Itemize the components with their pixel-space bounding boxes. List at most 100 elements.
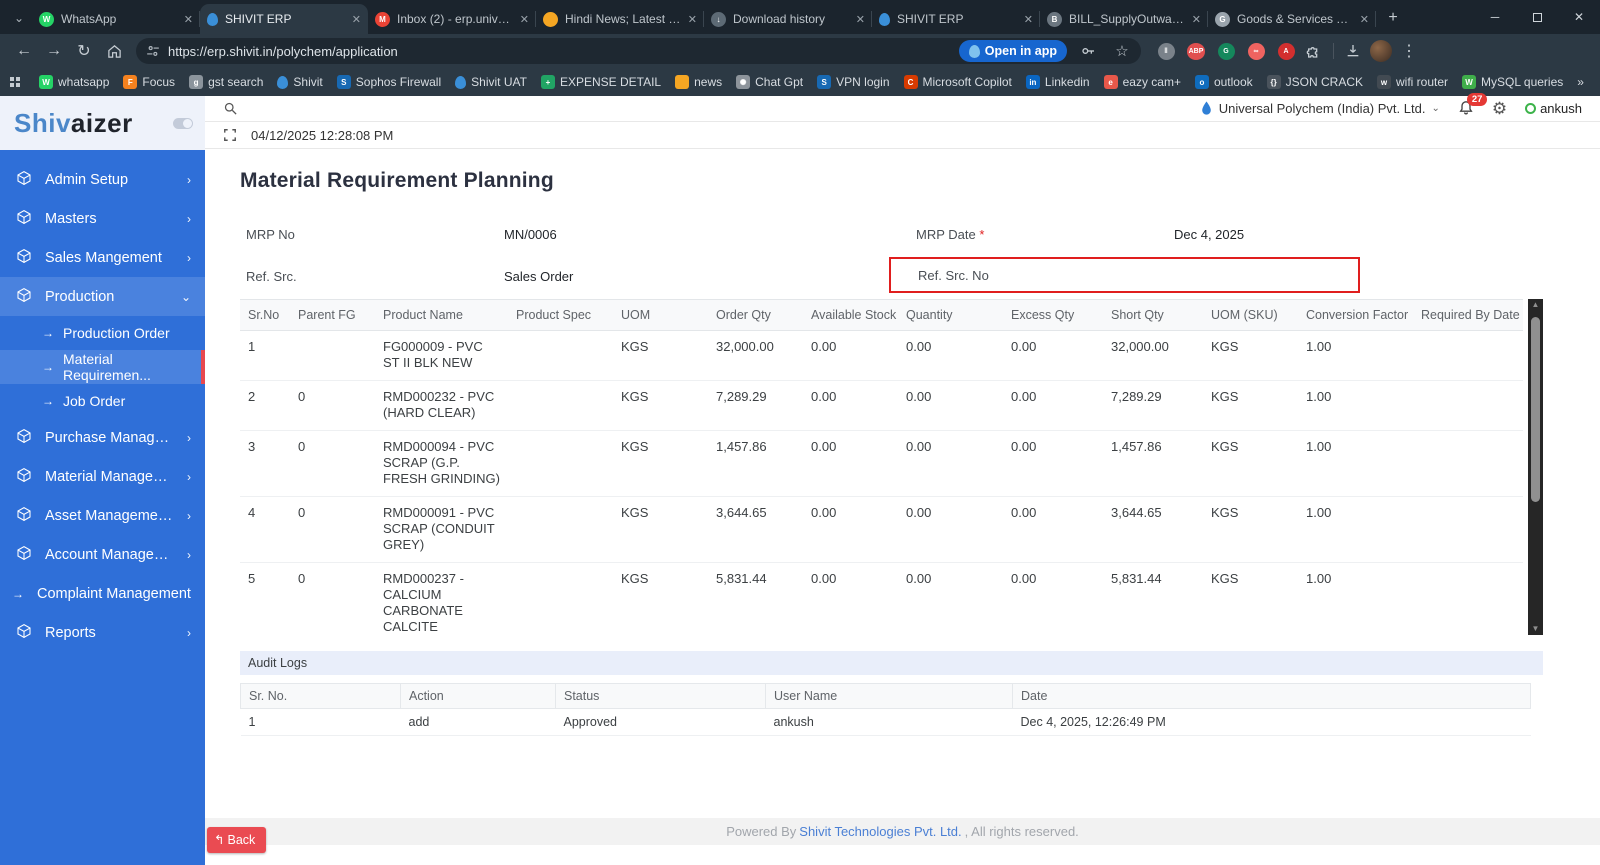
url-text[interactable]: https://erp.shivit.in/polychem/applicati… xyxy=(168,44,951,59)
sidebar-item-admin-setup[interactable]: Admin Setup › xyxy=(0,160,205,199)
notifications-button[interactable]: 27 xyxy=(1458,92,1488,120)
browser-tab[interactable]: G Goods & Services Tax (GS ✕ xyxy=(1208,4,1376,34)
sidebar-item-sales-mangement[interactable]: Sales Mangement › xyxy=(0,238,205,277)
new-tab-button[interactable]: + xyxy=(1380,5,1406,31)
profile-avatar[interactable] xyxy=(1368,38,1394,64)
bookmark-item[interactable]: C Microsoft Copilot xyxy=(897,71,1019,93)
minimize-button[interactable]: ─ xyxy=(1474,0,1516,34)
form-field-ref-src-no[interactable]: Ref. Src. No xyxy=(889,257,1360,293)
bookmark-item[interactable]: F Focus xyxy=(116,71,182,93)
tab-search-chevron-icon[interactable]: ⌄ xyxy=(6,5,32,31)
gear-icon[interactable]: ⚙ xyxy=(1492,99,1507,119)
bookmark-item[interactable]: news xyxy=(668,71,729,93)
bookmark-star-icon[interactable]: ☆ xyxy=(1109,38,1135,64)
bookmark-item[interactable]: w wifi router xyxy=(1370,71,1455,93)
cookie-extension-icon[interactable]: ∞ xyxy=(1243,38,1269,64)
audit-column-header: Action xyxy=(400,683,556,709)
user-menu[interactable]: ankush xyxy=(1525,101,1582,116)
back-button[interactable]: ↰ Back xyxy=(207,827,267,853)
home-icon[interactable] xyxy=(100,37,128,65)
password-key-icon[interactable] xyxy=(1075,38,1101,64)
tab-close-icon[interactable]: ✕ xyxy=(1360,13,1369,26)
sidebar-item-masters[interactable]: Masters › xyxy=(0,199,205,238)
bookmark-item[interactable]: S VPN login xyxy=(810,71,896,93)
sidebar: Shivaizer Admin Setup › Masters › Sales Mang… xyxy=(0,96,205,865)
bookmark-item[interactable]: e eazy cam+ xyxy=(1097,71,1188,93)
sidebar-item-reports[interactable]: Reports › xyxy=(0,613,205,652)
audit-row[interactable]: 1 add Approved ankush Dec 4, 2025, 12:26:49 … xyxy=(240,708,1531,736)
adobe-pdf-icon[interactable]: A xyxy=(1273,38,1299,64)
sidebar-item-complaint-management[interactable]: → Complaint Management xyxy=(0,574,205,613)
tab-close-icon[interactable]: ✕ xyxy=(1024,13,1033,26)
bookmark-item[interactable]: Wwhatsapp xyxy=(32,71,116,93)
sidebar-toggle[interactable] xyxy=(173,117,193,129)
forward-icon[interactable]: → xyxy=(40,37,68,65)
tab-close-icon[interactable]: ✕ xyxy=(688,13,697,26)
fullscreen-icon[interactable] xyxy=(223,128,237,142)
reload-icon[interactable]: ↻ xyxy=(70,37,98,65)
sidebar-item-production[interactable]: Production ⌄ xyxy=(0,277,205,316)
browser-tab[interactable]: M Inbox (2) - erp.universalp ✕ xyxy=(368,4,536,34)
bookmark-item[interactable]: + EXPENSE DETAIL xyxy=(534,71,668,93)
bookmark-item[interactable]: Shivit UAT xyxy=(448,71,534,93)
sidebar-item-account-management[interactable]: Account Management › xyxy=(0,535,205,574)
tab-close-icon[interactable]: ✕ xyxy=(184,13,193,26)
maximize-button[interactable] xyxy=(1516,0,1558,34)
footer-company-link[interactable]: Shivit Technologies Pvt. Ltd. xyxy=(799,824,961,839)
scroll-down-icon[interactable]: ▼ xyxy=(1532,623,1540,635)
table-scrollbar[interactable]: ▲ ▼ xyxy=(1528,299,1543,635)
sidebar-item-material-management[interactable]: Material Management › xyxy=(0,457,205,496)
cube-icon xyxy=(16,248,32,268)
apps-grid-icon[interactable] xyxy=(10,77,20,87)
tab-close-icon[interactable]: ✕ xyxy=(520,13,529,26)
bookmark-item[interactable]: Shivit xyxy=(270,71,329,93)
browser-tab[interactable]: ↓ Download history ✕ xyxy=(704,4,872,34)
table-row[interactable]: 4 0 RMD000091 - PVC SCRAP (CONDUIT GREY) KG… xyxy=(240,496,1523,563)
bookmark-item[interactable]: g gst search xyxy=(182,71,270,93)
browser-tab[interactable]: Hindi News; Latest Hindi 1 ✕ xyxy=(536,4,704,34)
browser-tab[interactable]: SHIVIT ERP ✕ xyxy=(200,4,368,34)
sidebar-subitem-production-order[interactable]: → Production Order xyxy=(0,316,205,350)
scroll-up-icon[interactable]: ▲ xyxy=(1532,299,1540,311)
browser-tab[interactable]: W WhatsApp ✕ xyxy=(32,4,200,34)
chevron-right-icon: › xyxy=(187,508,191,523)
bookmark-item[interactable]: o outlook xyxy=(1188,71,1260,93)
back-icon[interactable]: ← xyxy=(10,37,38,65)
search-icon[interactable] xyxy=(223,101,238,116)
puzzle-extensions-icon[interactable] xyxy=(1301,38,1327,64)
close-window-button[interactable]: ✕ xyxy=(1558,0,1600,34)
sidebar-subitem-job-order[interactable]: → Job Order xyxy=(0,384,205,418)
menu-kebab-icon[interactable]: ⋮ xyxy=(1396,38,1422,64)
bookmark-item[interactable]: S Sophos Firewall xyxy=(330,71,448,93)
scrollbar-thumb[interactable] xyxy=(1531,317,1540,502)
downloads-icon[interactable] xyxy=(1340,38,1366,64)
company-selector[interactable]: Universal Polychem (India) Pvt. Ltd. ⌄ xyxy=(1200,101,1440,116)
divider xyxy=(1333,43,1334,59)
cube-icon xyxy=(16,623,32,643)
bookmark-label: Sophos Firewall xyxy=(355,75,442,89)
grammarly-icon[interactable]: G xyxy=(1213,38,1239,64)
bookmark-item[interactable]: W MySQL queries xyxy=(1455,71,1570,93)
open-in-app-button[interactable]: Open in app xyxy=(958,40,1067,62)
tab-close-icon[interactable]: ✕ xyxy=(352,13,361,26)
tab-close-icon[interactable]: ✕ xyxy=(1192,13,1201,26)
tab-title: Inbox (2) - erp.universalp xyxy=(397,12,513,26)
more-bookmarks-chevron[interactable]: » xyxy=(1570,71,1591,93)
site-settings-icon[interactable] xyxy=(146,44,160,58)
table-row[interactable]: 5 0 RMD000237 - CALCIUM CARBONATE CALCITE K… xyxy=(240,562,1523,635)
table-row[interactable]: 2 0 RMD000232 - PVC (HARD CLEAR) KGS 7,289.2… xyxy=(240,380,1523,431)
bookmark-item[interactable]: {} JSON CRACK xyxy=(1260,71,1370,93)
bookmark-item[interactable]: ✺ Chat Gpt xyxy=(729,71,810,93)
sidebar-item-asset-management-s-[interactable]: Asset Management S... › xyxy=(0,496,205,535)
table-row[interactable]: 3 0 RMD000094 - PVC SCRAP (G.P. FRESH GRIN… xyxy=(240,430,1523,497)
table-row[interactable]: 1 FG000009 - PVC ST II BLK NEW KGS 32,000.0… xyxy=(240,330,1523,381)
address-bar[interactable]: https://erp.shivit.in/polychem/applicati… xyxy=(136,38,1141,64)
browser-tab[interactable]: SHIVIT ERP ✕ xyxy=(872,4,1040,34)
bookmark-item[interactable]: in Linkedin xyxy=(1019,71,1097,93)
adblock-plus-icon[interactable]: ABP xyxy=(1183,38,1209,64)
browser-tab[interactable]: B BILL_SupplyOutward-K-2 ✕ xyxy=(1040,4,1208,34)
sidebar-subitem-material-requiremen-[interactable]: → Material Requiremen... xyxy=(0,350,205,384)
tab-close-icon[interactable]: ✕ xyxy=(856,13,865,26)
shield-extension-icon[interactable]: ‖ xyxy=(1153,38,1179,64)
sidebar-item-purchase-manageme-[interactable]: Purchase Manageme... › xyxy=(0,418,205,457)
